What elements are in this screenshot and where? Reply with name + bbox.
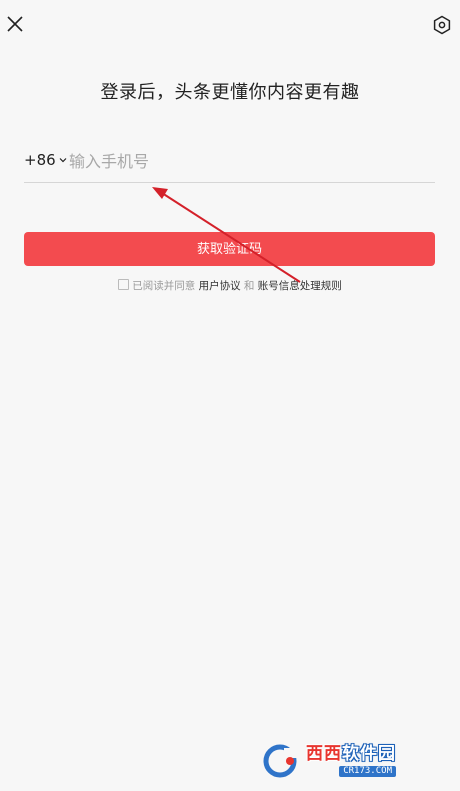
country-code-label: +86: [24, 151, 56, 169]
agreement-line: 已阅读并同意 用户协议 和 账号信息处理规则: [0, 278, 460, 293]
settings-button[interactable]: [432, 15, 452, 35]
privacy-rules-link[interactable]: 账号信息处理规则: [258, 280, 342, 292]
phone-number-input[interactable]: [67, 145, 431, 177]
watermark-logo: 西西软件园 CR173.COM: [262, 741, 442, 781]
get-verification-code-button[interactable]: 获取验证码: [24, 232, 435, 266]
page-title: 登录后，头条更懂你内容更有趣: [100, 82, 360, 103]
agreement-and: 和: [243, 280, 255, 292]
agreement-checkbox[interactable]: [118, 279, 130, 290]
country-code-selector[interactable]: +86: [24, 151, 67, 169]
agreement-prefix: 已阅读并同意: [132, 280, 196, 292]
annotation-arrow: [152, 187, 301, 283]
hexagon-settings-icon: [433, 15, 451, 35]
watermark-title: 西西软件园: [306, 743, 396, 764]
chevron-down-icon: [59, 158, 67, 163]
watermark-url: CR173.COM: [339, 765, 396, 777]
close-button[interactable]: [6, 15, 24, 33]
watermark-emblem-icon: [262, 744, 302, 778]
close-icon: [7, 16, 23, 32]
phone-input-row: +86: [24, 142, 435, 183]
user-agreement-link[interactable]: 用户协议: [199, 280, 241, 292]
